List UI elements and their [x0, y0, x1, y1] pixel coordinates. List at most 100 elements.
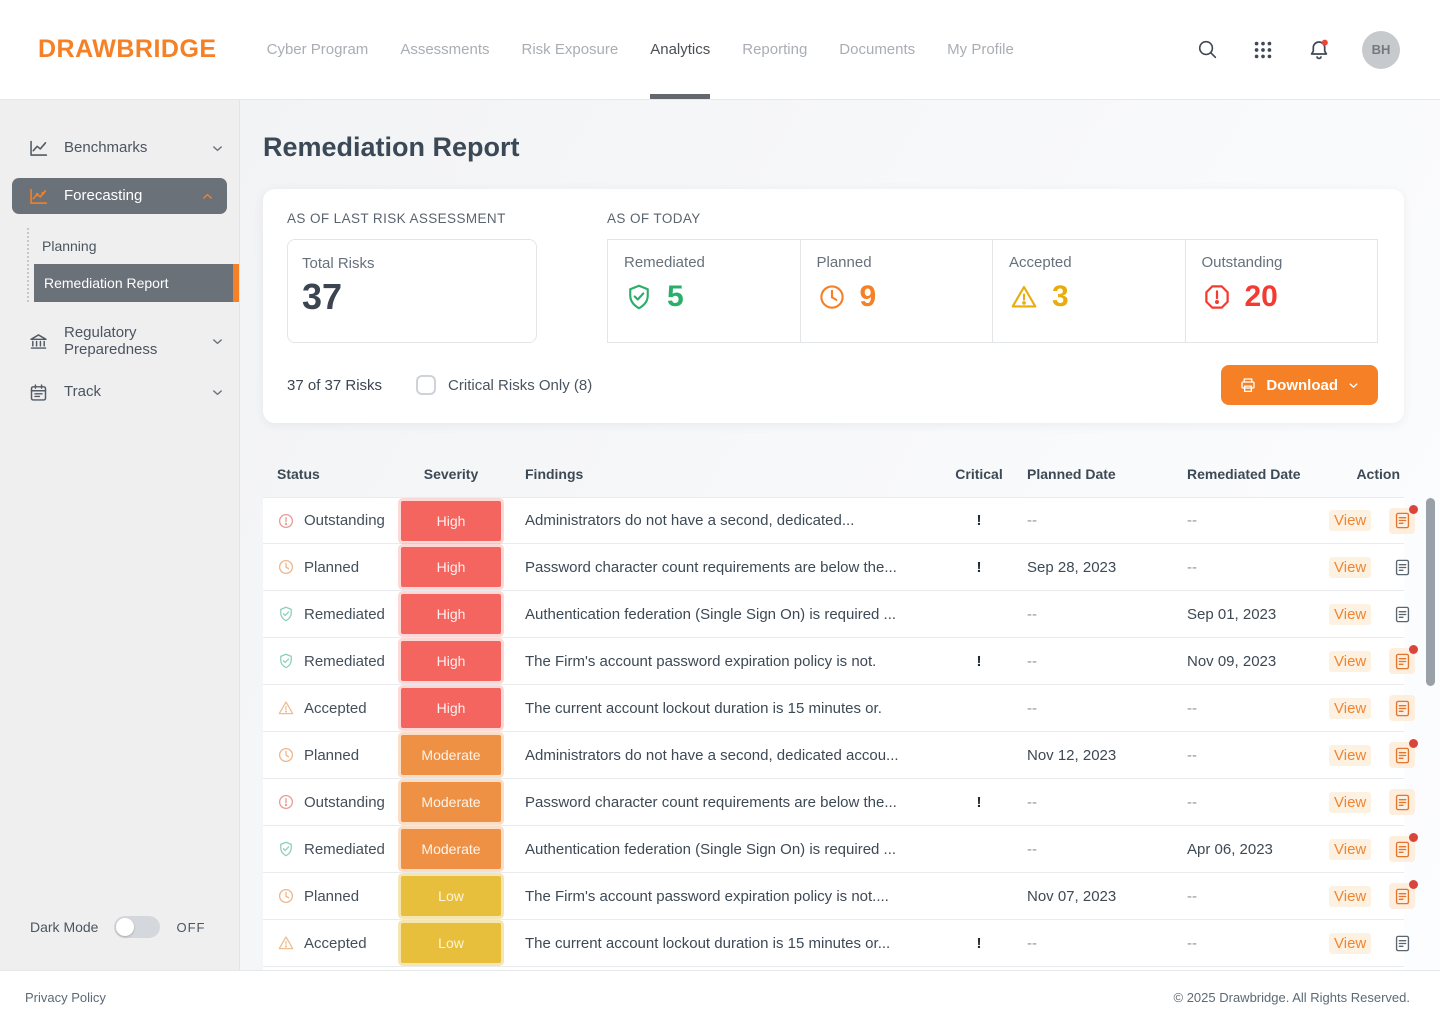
copyright-text: © 2025 Drawbridge. All Rights Reserved. — [1174, 990, 1410, 1005]
remediated-date: -- — [1169, 747, 1329, 764]
col-planned-date: Planned Date — [1009, 466, 1169, 482]
document-icon[interactable] — [1389, 601, 1415, 627]
view-link[interactable]: View — [1329, 510, 1371, 531]
line-chart-icon — [28, 137, 50, 159]
dark-mode-label: Dark Mode — [30, 919, 98, 935]
table-row: Planned Moderate Administrators do not h… — [263, 732, 1404, 779]
user-avatar[interactable]: BH — [1362, 31, 1400, 69]
status-cell: Planned — [263, 558, 393, 576]
view-link[interactable]: View — [1329, 651, 1371, 672]
forecasting-submenu: Planning Remediation Report — [27, 228, 239, 302]
dark-mode-toggle[interactable] — [114, 916, 160, 938]
nav-documents[interactable]: Documents — [839, 0, 915, 99]
notification-dot — [1409, 505, 1418, 514]
planned-date: -- — [1009, 700, 1169, 717]
status-cell: Outstanding — [263, 793, 393, 811]
apps-grid-icon[interactable] — [1250, 37, 1276, 63]
table-row: Accepted Low The current account lockout… — [263, 920, 1404, 967]
today-label: AS OF TODAY — [607, 211, 1378, 226]
sidebar-item-benchmarks[interactable]: Benchmarks — [0, 126, 239, 170]
download-label: Download — [1266, 377, 1338, 394]
stat-value: 5 — [667, 280, 684, 314]
action-cell: View — [1329, 695, 1417, 721]
dark-mode-row: Dark Mode OFF — [0, 916, 239, 938]
status-cell: Remediated — [263, 652, 393, 670]
remediated-date: Apr 06, 2023 — [1169, 841, 1329, 858]
notifications-bell-icon[interactable] — [1306, 37, 1332, 63]
severity-cell: High — [393, 501, 509, 541]
download-button[interactable]: Download — [1221, 365, 1378, 405]
sidebar-item-track[interactable]: Track — [0, 370, 239, 414]
sidebar-item-regulatory-preparedness[interactable]: Regulatory Preparedness — [0, 312, 239, 370]
view-link[interactable]: View — [1329, 604, 1371, 625]
severity-cell: High — [393, 547, 509, 587]
view-link[interactable]: View — [1329, 792, 1371, 813]
shield-check-icon — [277, 652, 295, 670]
sidebar-item-planning[interactable]: Planning — [29, 228, 239, 264]
table-body: Outstanding High Administrators do not h… — [263, 497, 1404, 967]
critical-marker: ! — [949, 935, 1009, 952]
stat-value: 9 — [860, 280, 877, 314]
finding-text: Authentication federation (Single Sign O… — [509, 841, 949, 858]
action-cell: View — [1329, 508, 1417, 534]
nav-risk-exposure[interactable]: Risk Exposure — [522, 0, 619, 99]
remediated-date: Sep 01, 2023 — [1169, 606, 1329, 623]
view-link[interactable]: View — [1329, 745, 1371, 766]
nav-analytics[interactable]: Analytics — [650, 0, 710, 99]
action-cell: View — [1329, 601, 1417, 627]
status-cell: Accepted — [263, 699, 393, 717]
status-label: Planned — [304, 747, 359, 764]
finding-text: The Firm's account password expiration p… — [509, 653, 949, 670]
remediated-date: -- — [1169, 794, 1329, 811]
notification-dot — [1409, 833, 1418, 842]
nav-cyber-program[interactable]: Cyber Program — [267, 0, 369, 99]
document-icon[interactable] — [1389, 695, 1415, 721]
view-link[interactable]: View — [1329, 557, 1371, 578]
view-link[interactable]: View — [1329, 933, 1371, 954]
severity-cell: Moderate — [393, 829, 509, 869]
view-link[interactable]: View — [1329, 886, 1371, 907]
stat-value: 20 — [1245, 280, 1278, 314]
remediated-date: -- — [1169, 512, 1329, 529]
notification-dot — [1409, 739, 1418, 748]
scrollbar-thumb[interactable] — [1426, 498, 1435, 686]
view-link[interactable]: View — [1329, 839, 1371, 860]
planned-date: -- — [1009, 794, 1169, 811]
critical-risks-checkbox[interactable] — [416, 375, 436, 395]
stat-label: Accepted — [1009, 254, 1185, 271]
nav-my-profile[interactable]: My Profile — [947, 0, 1014, 99]
severity-cell: Moderate — [393, 735, 509, 775]
view-link[interactable]: View — [1329, 698, 1371, 719]
document-icon[interactable] — [1389, 836, 1415, 862]
document-icon[interactable] — [1389, 789, 1415, 815]
document-icon[interactable] — [1389, 508, 1415, 534]
dark-mode-state: OFF — [176, 920, 205, 935]
action-cell: View — [1329, 883, 1417, 909]
document-icon[interactable] — [1389, 742, 1415, 768]
privacy-policy-link[interactable]: Privacy Policy — [25, 990, 106, 1005]
document-icon[interactable] — [1389, 554, 1415, 580]
document-icon[interactable] — [1389, 930, 1415, 956]
planned-date: -- — [1009, 512, 1169, 529]
critical-risks-label: Critical Risks Only (8) — [448, 377, 592, 394]
nav-assessments[interactable]: Assessments — [400, 0, 489, 99]
sidebar-item-remediation-report[interactable]: Remediation Report — [34, 264, 239, 302]
sidebar: Benchmarks Forecasting Planning Remediat… — [0, 100, 240, 970]
finding-text: The current account lockout duration is … — [509, 935, 949, 952]
nav-reporting[interactable]: Reporting — [742, 0, 807, 99]
notification-dot — [1409, 880, 1418, 889]
document-icon[interactable] — [1389, 648, 1415, 674]
table-row: Outstanding Moderate Password character … — [263, 779, 1404, 826]
clock-icon — [817, 282, 847, 312]
search-icon[interactable] — [1194, 37, 1220, 63]
chevron-down-icon — [210, 385, 225, 400]
table-row: Planned Low The Firm's account password … — [263, 873, 1404, 920]
severity-cell: High — [393, 641, 509, 681]
today-stats-row: Remediated 5 Planned — [607, 239, 1378, 343]
severity-badge: High — [401, 688, 501, 728]
sidebar-item-forecasting[interactable]: Forecasting — [12, 178, 227, 214]
clock-icon — [277, 746, 295, 764]
finding-text: Password character count requirements ar… — [509, 559, 949, 576]
planned-date: Nov 07, 2023 — [1009, 888, 1169, 905]
document-icon[interactable] — [1389, 883, 1415, 909]
